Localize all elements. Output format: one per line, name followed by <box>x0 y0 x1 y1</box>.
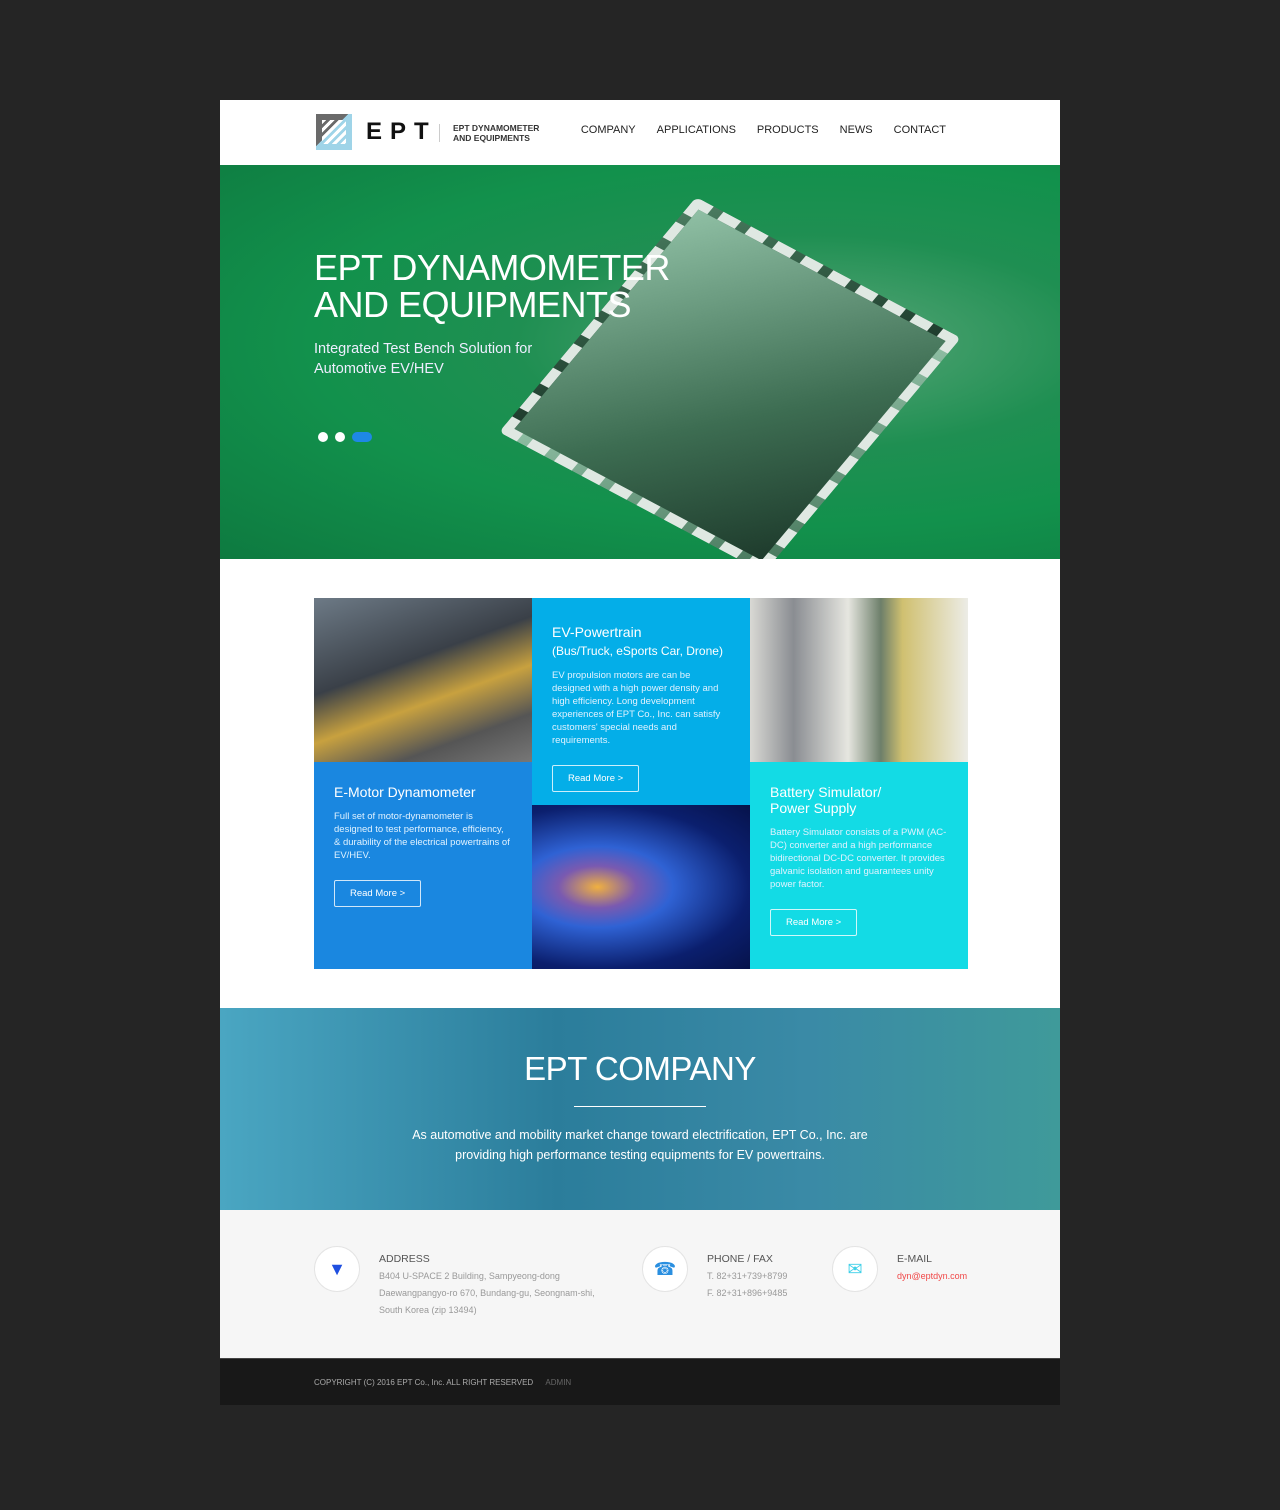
phone-label: PHONE / FAX <box>707 1253 773 1265</box>
card-subtitle: (Bus/Truck, eSports Car, Drone) <box>552 644 723 658</box>
hero-subtitle: Integrated Test Bench Solution for Automo… <box>314 339 532 379</box>
slider-dots <box>318 432 372 442</box>
read-more-button[interactable]: Read More > <box>334 880 422 907</box>
company-title: EPT COMPANY <box>524 1050 756 1087</box>
fax-number: F. 82+31+896+9485 <box>707 1288 788 1298</box>
card-title: Power Supply <box>770 800 857 816</box>
nav-applications[interactable]: APPLICATIONS <box>657 124 736 136</box>
hero-slider: EPT DYNAMOMETER AND EQUIPMENTS Integrated… <box>220 165 1060 559</box>
main-nav: COMPANY APPLICATIONS PRODUCTS NEWS CONTA… <box>581 124 946 136</box>
card-ev-powertrain: EV-Powertrain (Bus/Truck, eSports Car, D… <box>532 598 750 805</box>
dynamometer-image <box>314 598 532 762</box>
tagline-line: AND EQUIPMENTS <box>453 133 530 143</box>
slider-dot[interactable] <box>318 432 328 442</box>
card-title: EV-Powertrain <box>552 624 642 640</box>
logo-icon[interactable] <box>316 114 352 150</box>
hero-subtitle-line: Automotive EV/HEV <box>314 361 444 377</box>
card-battery-simulator: Battery Simulator/ Power Supply Battery … <box>750 762 968 969</box>
address-line: B404 U-SPACE 2 Building, Sampyeong-dong <box>379 1271 560 1281</box>
card-emotor-dynamometer: E-Motor Dynamometer Full set of motor-dy… <box>314 762 532 969</box>
company-text: As automotive and mobility market change… <box>220 1125 1060 1165</box>
address-line: Daewangpangyo-ro 670, Bundang-gu, Seongn… <box>379 1288 595 1298</box>
tagline: EPT DYNAMOMETER AND EQUIPMENTS <box>453 123 539 143</box>
nav-products[interactable]: PRODUCTS <box>757 124 819 136</box>
nav-news[interactable]: NEWS <box>840 124 873 136</box>
card-title: Battery Simulator/ <box>770 784 882 800</box>
hero-title: EPT DYNAMOMETER AND EQUIPMENTS <box>314 249 670 323</box>
slider-dot[interactable] <box>335 432 345 442</box>
card-desc: Full set of motor-dynamometer is designe… <box>334 811 510 861</box>
card-desc: EV propulsion motors are can be designed… <box>552 670 721 746</box>
address-label: ADDRESS <box>379 1253 430 1265</box>
contact-section: ▼ ADDRESS B404 U-SPACE 2 Building, Sampy… <box>220 1210 1060 1358</box>
card-desc: Battery Simulator consists of a PWM (AC-… <box>770 827 947 890</box>
product-cards: E-Motor Dynamometer Full set of motor-dy… <box>314 598 970 969</box>
header: EPT EPT DYNAMOMETER AND EQUIPMENTS COMPAN… <box>220 100 1060 165</box>
address-line: South Korea (zip 13494) <box>379 1305 477 1315</box>
envelope-icon: ✉ <box>832 1246 878 1292</box>
battery-cabinet-image <box>750 598 968 762</box>
read-more-button[interactable]: Read More > <box>552 765 640 792</box>
hero-title-line: AND EQUIPMENTS <box>314 284 632 325</box>
divider <box>574 1106 706 1107</box>
company-banner: EPT COMPANY As automotive and mobility m… <box>220 1008 1060 1210</box>
read-more-button[interactable]: Read More > <box>770 909 858 936</box>
nav-contact[interactable]: CONTACT <box>894 124 946 136</box>
phone-icon: ☎ <box>642 1246 688 1292</box>
map-pin-icon: ▼ <box>314 1246 360 1292</box>
car-xray-image <box>532 805 750 969</box>
brand-name[interactable]: EPT <box>366 118 437 146</box>
admin-link[interactable]: ADMIN <box>545 1378 571 1387</box>
company-text-line: As automotive and mobility market change… <box>412 1128 868 1142</box>
nav-company[interactable]: COMPANY <box>581 124 636 136</box>
page: EPT EPT DYNAMOMETER AND EQUIPMENTS COMPAN… <box>220 100 1060 1405</box>
slider-dot-active[interactable] <box>352 432 372 442</box>
card-title: E-Motor Dynamometer <box>334 784 476 800</box>
company-text-line: providing high performance testing equip… <box>455 1148 825 1162</box>
email-label: E-MAIL <box>897 1253 933 1265</box>
hero-title-line: EPT DYNAMOMETER <box>314 247 670 288</box>
email-link[interactable]: dyn@eptdyn.com <box>897 1268 967 1285</box>
divider <box>439 124 440 142</box>
tagline-line: EPT DYNAMOMETER <box>453 123 540 133</box>
hero-subtitle-line: Integrated Test Bench Solution for <box>314 341 533 357</box>
footer: COPYRIGHT (C) 2016 EPT Co., Inc. ALL RIG… <box>220 1358 1060 1405</box>
phone-number: T. 82+31+739+8799 <box>707 1271 788 1281</box>
copyright: COPYRIGHT (C) 2016 EPT Co., Inc. ALL RIG… <box>314 1378 534 1387</box>
